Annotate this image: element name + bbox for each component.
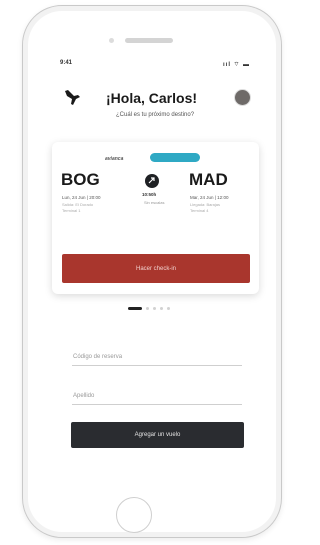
surname-placeholder: Apellido — [73, 393, 95, 399]
flight-duration: 10:50h — [142, 192, 157, 197]
status-icons: ııl ⌔ ▬ — [223, 62, 250, 68]
card-pager[interactable] — [128, 307, 188, 311]
greeting-subtitle: ¿Cuál es tu próximo destino? — [116, 112, 195, 118]
airline-name: avianca — [105, 156, 124, 162]
flight-path-icon — [145, 174, 159, 188]
destination-terminal: Llegada: Barajas Terminal 4 — [190, 202, 221, 213]
pager-dot[interactable] — [153, 307, 156, 310]
airline-pill — [150, 153, 200, 162]
home-button[interactable] — [116, 497, 152, 533]
booking-code-placeholder: Código de reserva — [73, 354, 123, 360]
checkin-button[interactable]: Hacer check-in — [62, 254, 250, 283]
flight-stops: Sin escalas — [144, 200, 165, 205]
pager-dot-active[interactable] — [128, 307, 142, 310]
surname-field[interactable]: Apellido — [72, 389, 242, 405]
booking-code-field[interactable]: Código de reserva — [72, 350, 242, 366]
plane-icon — [65, 90, 80, 105]
destination-code: MAD — [189, 170, 228, 189]
user-avatar[interactable] — [234, 89, 251, 106]
greeting-title: ¡Hola, Carlos! — [106, 90, 198, 106]
add-flight-button[interactable]: Agregar un vuelo — [71, 422, 244, 448]
pager-dot[interactable] — [167, 307, 170, 310]
speaker-grille — [125, 38, 173, 43]
status-bar: 9:41 ııl ⌔ ▬ — [60, 60, 250, 70]
flight-card[interactable]: avianca BOG Lun, 24 Jun | 20:00 Salida: … — [52, 142, 259, 294]
status-time: 9:41 — [60, 60, 73, 66]
origin-date: Lun, 24 Jun | 20:00 — [62, 195, 101, 200]
app-screen: 9:41 ııl ⌔ ▬ ¡Hola, Carlos! ¿Cuál es tu … — [38, 52, 268, 488]
destination-date: Mar, 24 Jun | 12:00 — [190, 195, 229, 200]
pager-dot[interactable] — [160, 307, 163, 310]
origin-terminal: Salida: El Dorado Terminal 1 — [62, 202, 94, 213]
pager-dot[interactable] — [146, 307, 149, 310]
origin-code: BOG — [61, 170, 100, 189]
front-camera — [109, 38, 114, 43]
